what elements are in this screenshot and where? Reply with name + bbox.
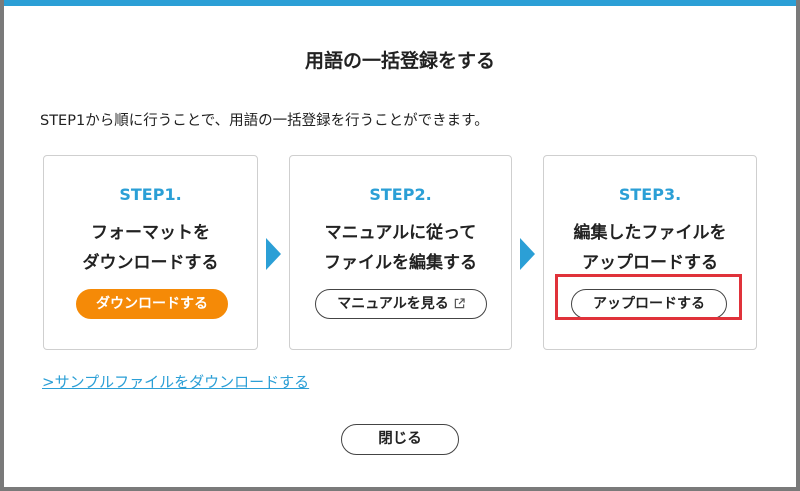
view-manual-button[interactable]: マニュアルを見る <box>315 289 487 319</box>
arrow-right-icon <box>266 238 281 270</box>
step2-heading-line2: ファイルを編集する <box>324 253 477 273</box>
view-manual-label: マニュアルを見る <box>337 296 449 312</box>
arrow-right-icon <box>520 238 535 270</box>
step3-card: STEP3. 編集したファイルを アップロードする アップロードする <box>543 155 757 350</box>
step1-heading-line1: フォーマットを <box>91 223 210 243</box>
step3-heading-line1: 編集したファイルを <box>573 223 727 243</box>
step2-heading-line1: マニュアルに従って <box>324 223 477 243</box>
dialog-description: STEP1から順に行うことで、用語の一括登録を行うことができます。 <box>40 113 489 129</box>
step2-card: STEP2. マニュアルに従って ファイルを編集する マニュアルを見る <box>289 155 512 350</box>
bulk-register-dialog: 用語の一括登録をする STEP1から順に行うことで、用語の一括登録を行うことがで… <box>4 0 796 487</box>
highlight-box <box>555 274 742 320</box>
step1-heading-line2: ダウンロードする <box>82 253 219 273</box>
step3-label: STEP3. <box>618 185 682 204</box>
sample-file-download-link[interactable]: >サンプルファイルをダウンロードする <box>42 371 309 392</box>
step2-label: STEP2. <box>369 185 432 204</box>
step1-label: STEP1. <box>119 185 182 204</box>
dialog-title: 用語の一括登録をする <box>304 50 495 72</box>
download-format-button[interactable]: ダウンロードする <box>76 289 228 319</box>
external-link-icon <box>454 298 465 309</box>
step1-card: STEP1. フォーマットを ダウンロードする ダウンロードする <box>43 155 258 350</box>
close-button[interactable]: 閉じる <box>341 424 459 455</box>
